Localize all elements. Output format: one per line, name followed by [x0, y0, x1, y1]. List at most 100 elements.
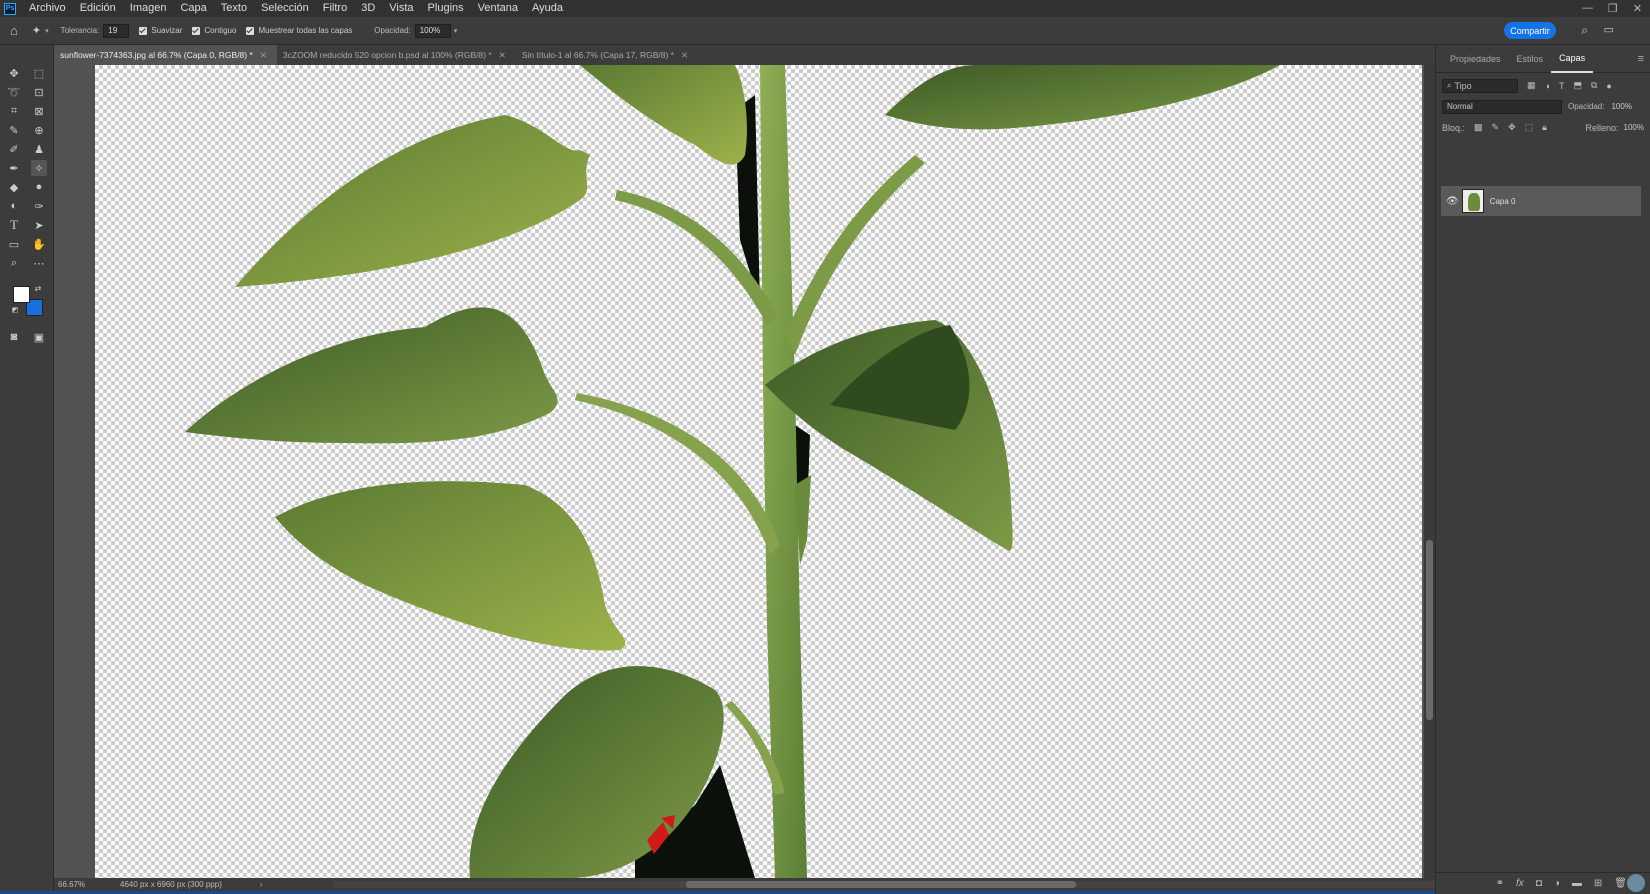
options-bar: ⌂ ✦ ▾ Tolerancia: 19 Suavizar Contiguo M…	[0, 17, 1650, 45]
lock-paint-icon[interactable]: ✎	[1492, 122, 1500, 133]
menu-3d[interactable]: 3D	[354, 0, 382, 17]
tab-document-3[interactable]: Sin título-1 al 66.7% (Capa 17, RGB/8) *…	[516, 45, 698, 65]
home-icon[interactable]: ⌂	[10, 23, 18, 38]
fx-icon[interactable]: fx	[1516, 878, 1524, 889]
default-colors-icon[interactable]: ◩	[10, 305, 20, 315]
filter-adjustment-icon[interactable]: ◑	[1545, 81, 1550, 91]
lasso-tool-icon[interactable]: ➰	[6, 84, 22, 100]
paint-bucket-icon[interactable]: ◆	[6, 179, 22, 195]
avatar[interactable]	[1627, 874, 1645, 892]
tab-document-1[interactable]: sunflower-7374363.jpg al 66.7% (Capa 0, …	[54, 45, 277, 65]
swap-colors-icon[interactable]: ⇄	[33, 283, 43, 293]
frame-tool-icon[interactable]: ⊠	[31, 103, 47, 119]
stamp-tool-icon[interactable]: ♟	[31, 141, 47, 157]
link-icon[interactable]: ⚭	[1496, 878, 1504, 889]
menu-filtro[interactable]: Filtro	[316, 0, 354, 17]
eyedropper-icon[interactable]: ✎	[6, 122, 22, 138]
screen-mode-icon[interactable]: ▣	[31, 329, 47, 345]
smooth-checkbox[interactable]: Suavizar	[139, 26, 182, 35]
magic-eraser-icon[interactable]: ✦	[32, 24, 41, 37]
layer-row[interactable]: 👁︎ Capa 0	[1441, 186, 1641, 216]
zoom-tool-icon[interactable]: ⌕	[6, 255, 22, 271]
share-button[interactable]: Compartir	[1504, 22, 1556, 39]
close-icon[interactable]: ✕	[260, 50, 267, 61]
close-icon[interactable]: ✕	[499, 50, 506, 61]
hand-tool-icon[interactable]: ✋	[31, 236, 47, 252]
pen-tool-icon[interactable]: ✑	[31, 198, 47, 214]
filter-pixel-icon[interactable]: ▦	[1527, 80, 1536, 91]
scrollbar-thumb[interactable]	[1426, 540, 1433, 720]
close-button[interactable]: ✕	[1625, 2, 1650, 15]
workspace-icon[interactable]: ▭	[1604, 23, 1614, 36]
tab-estilos[interactable]: Estilos	[1509, 45, 1552, 73]
document-canvas[interactable]	[95, 65, 1422, 878]
rectangle-tool-icon[interactable]: ▭	[6, 236, 22, 252]
blur-tool-icon[interactable]: ●	[31, 179, 47, 195]
sample-all-layers-checkbox[interactable]: Muestrear todas las capas	[246, 26, 352, 35]
quick-mask-icon[interactable]: ◙	[6, 329, 22, 345]
menu-vista[interactable]: Vista	[382, 0, 420, 17]
menu-edicion[interactable]: Edición	[73, 0, 123, 17]
mask-icon[interactable]: ◘	[1536, 878, 1542, 889]
lock-transparency-icon[interactable]: ▩	[1474, 122, 1483, 133]
new-layer-icon[interactable]: ⊞	[1594, 878, 1602, 889]
filter-shape-icon[interactable]: ⬒	[1573, 80, 1582, 91]
eraser-tool-icon[interactable]: ✧	[31, 160, 47, 176]
tab-capas[interactable]: Capas	[1551, 45, 1594, 73]
restore-button[interactable]: ❐	[1600, 2, 1625, 15]
filter-type-icon[interactable]: T	[1559, 81, 1565, 91]
chevron-down-icon[interactable]: ▾	[45, 27, 49, 35]
fill-value[interactable]: 100%	[1624, 123, 1644, 132]
chevron-down-icon[interactable]: ▾	[454, 27, 458, 35]
menu-ayuda[interactable]: Ayuda	[525, 0, 570, 17]
move-tool-icon[interactable]: ✥	[6, 65, 22, 81]
path-select-icon[interactable]: ➤	[31, 217, 47, 233]
opacity-input[interactable]: 100%	[1607, 100, 1633, 114]
trash-icon[interactable]: 🗑︎	[1614, 878, 1627, 889]
dodge-tool-icon[interactable]: ◐	[6, 198, 22, 214]
object-select-icon[interactable]: ⊡	[31, 84, 47, 100]
foreground-color-swatch[interactable]	[13, 286, 30, 303]
chevron-right-icon[interactable]: ›	[260, 880, 263, 889]
lock-position-icon[interactable]: ✥	[1508, 122, 1516, 133]
brush-tool-icon[interactable]: ✐	[6, 141, 22, 157]
filter-toggle-icon[interactable]: ●	[1606, 81, 1611, 91]
menu-capa[interactable]: Capa	[173, 0, 213, 17]
contiguous-checkbox[interactable]: Contiguo	[192, 26, 236, 35]
vertical-scrollbar[interactable]	[1424, 65, 1435, 878]
tab-document-2[interactable]: 3cZOOM reducido 520 opcion b.psd al 100%…	[277, 45, 516, 65]
filter-smart-icon[interactable]: ⧉	[1591, 80, 1597, 91]
eye-icon[interactable]: 👁︎	[1446, 196, 1459, 207]
search-icon[interactable]: ⌕	[1581, 23, 1588, 38]
layers-footer: ⚭ fx ◘ ◑ ▬ ⊞ 🗑︎	[1436, 872, 1650, 894]
tolerance-input[interactable]: 19	[103, 23, 130, 38]
layer-filter-select[interactable]: ⌕ Tipo	[1442, 78, 1518, 93]
menu-archivo[interactable]: Archivo	[22, 0, 73, 17]
blend-mode-select[interactable]: Normal	[1442, 99, 1562, 114]
layer-name[interactable]: Capa 0	[1490, 197, 1516, 206]
minimize-button[interactable]: —	[1575, 2, 1600, 15]
more-tools-icon[interactable]: ⋯	[31, 255, 47, 271]
menu-seleccion[interactable]: Selección	[254, 0, 316, 17]
marquee-tool-icon[interactable]: ⬚	[31, 65, 47, 81]
spot-heal-icon[interactable]: ⊕	[31, 122, 47, 138]
crop-tool-icon[interactable]: ⌗	[6, 103, 22, 119]
folder-icon[interactable]: ▬	[1572, 878, 1582, 889]
horizontal-scrollbar[interactable]	[334, 881, 1464, 888]
close-icon[interactable]: ✕	[681, 50, 688, 61]
menu-imagen[interactable]: Imagen	[123, 0, 174, 17]
menu-ventana[interactable]: Ventana	[471, 0, 525, 17]
lock-artboard-icon[interactable]: ⬚	[1525, 122, 1534, 133]
zoom-level[interactable]: 66.67%	[58, 880, 98, 889]
history-brush-icon[interactable]: ✒	[6, 160, 22, 176]
adjustment-icon[interactable]: ◑	[1554, 878, 1560, 889]
type-tool-icon[interactable]: T	[6, 217, 22, 233]
lock-all-icon[interactable]: 🔒︎	[1542, 122, 1547, 133]
tab-propiedades[interactable]: Propiedades	[1442, 45, 1509, 73]
menu-texto[interactable]: Texto	[214, 0, 254, 17]
menu-plugins[interactable]: Plugins	[421, 0, 471, 17]
checkbox-icon	[139, 26, 148, 35]
scrollbar-thumb[interactable]	[686, 881, 1076, 888]
panel-menu-icon[interactable]: ≡	[1638, 53, 1644, 65]
opacity-input[interactable]: 100%	[414, 23, 451, 38]
